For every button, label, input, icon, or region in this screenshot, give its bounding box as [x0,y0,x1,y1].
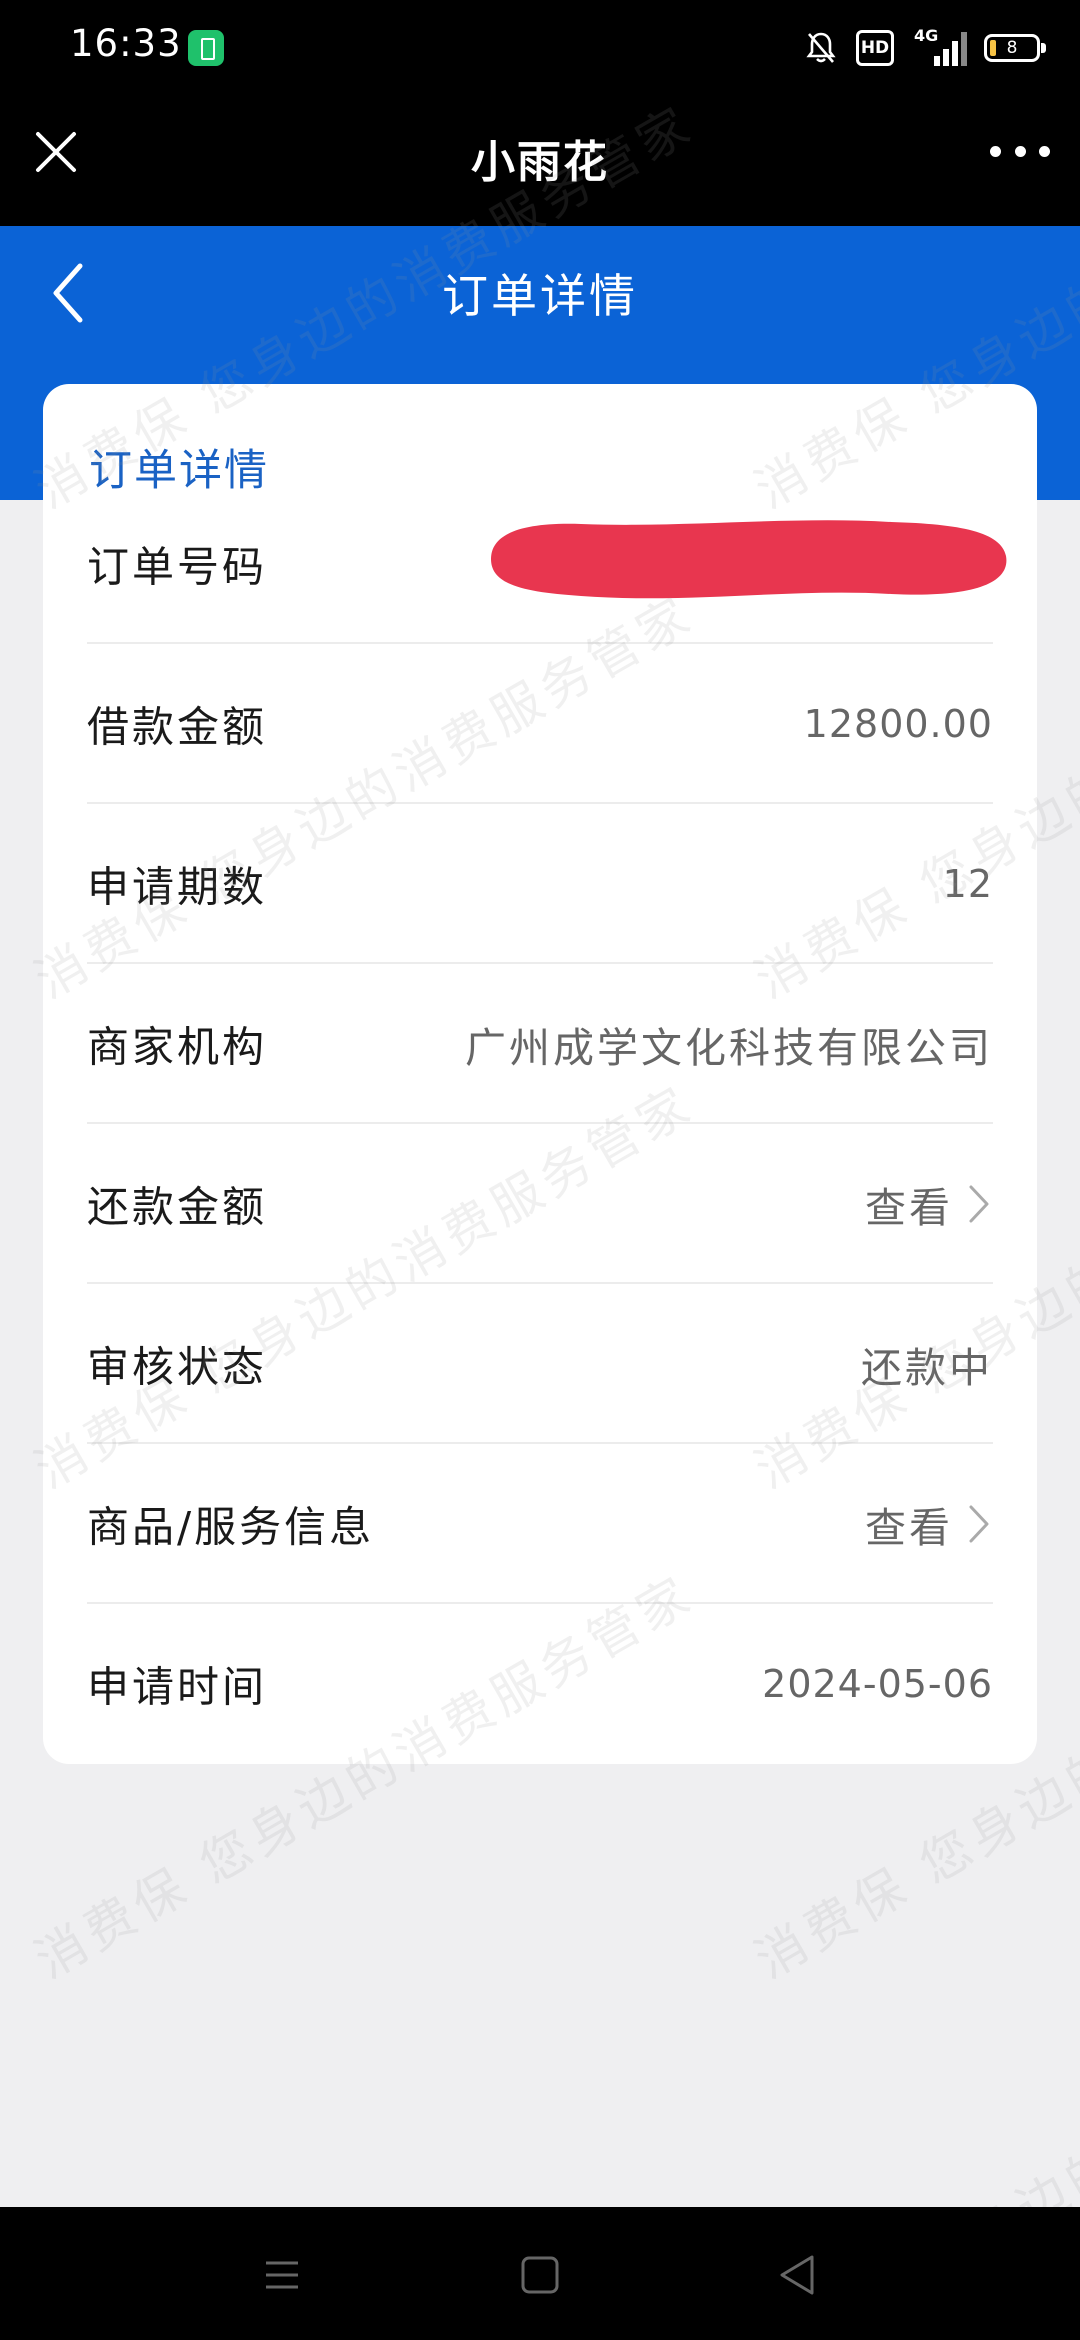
row-installments: 申请期数 12 [87,804,993,964]
row-merchant: 商家机构 广州成学文化科技有限公司 [87,964,993,1124]
system-nav-bar [0,2207,1080,2340]
redaction-mark [491,520,1007,599]
row-label: 申请时间 [87,1662,268,1712]
hd-icon: HD [856,30,894,66]
status-icons: HD 4G 8 [806,26,1046,68]
view-goods-link[interactable]: 查看 [865,1494,993,1554]
row-repayment-amount[interactable]: 还款金额 查看 [87,1124,993,1284]
row-goods-info[interactable]: 商品/服务信息 查看 [87,1444,993,1604]
chevron-right-icon [969,1505,989,1543]
row-review-status: 审核状态 还款中 [87,1284,993,1444]
network-type-label: 4G [914,26,939,45]
signal-icon: 4G [914,26,967,66]
chevron-right-icon [969,1185,989,1223]
battery-saver-icon [188,30,224,66]
row-apply-time: 申请时间 2024-05-06 [87,1604,993,1764]
row-label: 申请期数 [87,862,268,912]
view-label: 查看 [865,1504,953,1552]
status-time: 16:33 [70,22,182,65]
row-label: 审核状态 [87,1342,268,1392]
app-bar: 小雨花 [0,96,1080,226]
more-icon[interactable] [990,144,1050,158]
row-label: 借款金额 [87,702,268,752]
back-nav-icon[interactable] [768,2247,828,2303]
battery-level: 8 [1006,38,1018,58]
page: 16:33 HD 4G 8 小雨花 订单详情 订单详情 订单号码 借款金额 12… [0,0,1080,2340]
app-title: 小雨花 [471,137,609,188]
installments-value: 12 [942,862,993,906]
bell-off-icon [806,31,836,65]
loan-amount-value: 12800.00 [803,702,993,746]
home-icon[interactable] [510,2247,570,2303]
battery-icon: 8 [984,34,1046,62]
page-title: 订单详情 [442,269,638,323]
status-bar: 16:33 HD 4G 8 [0,0,1080,96]
row-label: 商品/服务信息 [87,1502,375,1552]
apply-time-value: 2024-05-06 [762,1662,993,1706]
menu-icon[interactable] [252,2247,312,2303]
row-label: 订单号码 [87,542,268,592]
row-loan-amount: 借款金额 12800.00 [87,644,993,804]
status-value: 还款中 [861,1344,993,1392]
merchant-value: 广州成学文化科技有限公司 [465,1024,993,1072]
order-detail-card: 订单详情 订单号码 借款金额 12800.00 申请期数 12 商家机构 广州成… [43,384,1037,1764]
row-label: 还款金额 [87,1182,268,1232]
view-label: 查看 [865,1184,953,1232]
row-label: 商家机构 [87,1022,268,1072]
view-repayment-link[interactable]: 查看 [865,1174,993,1234]
